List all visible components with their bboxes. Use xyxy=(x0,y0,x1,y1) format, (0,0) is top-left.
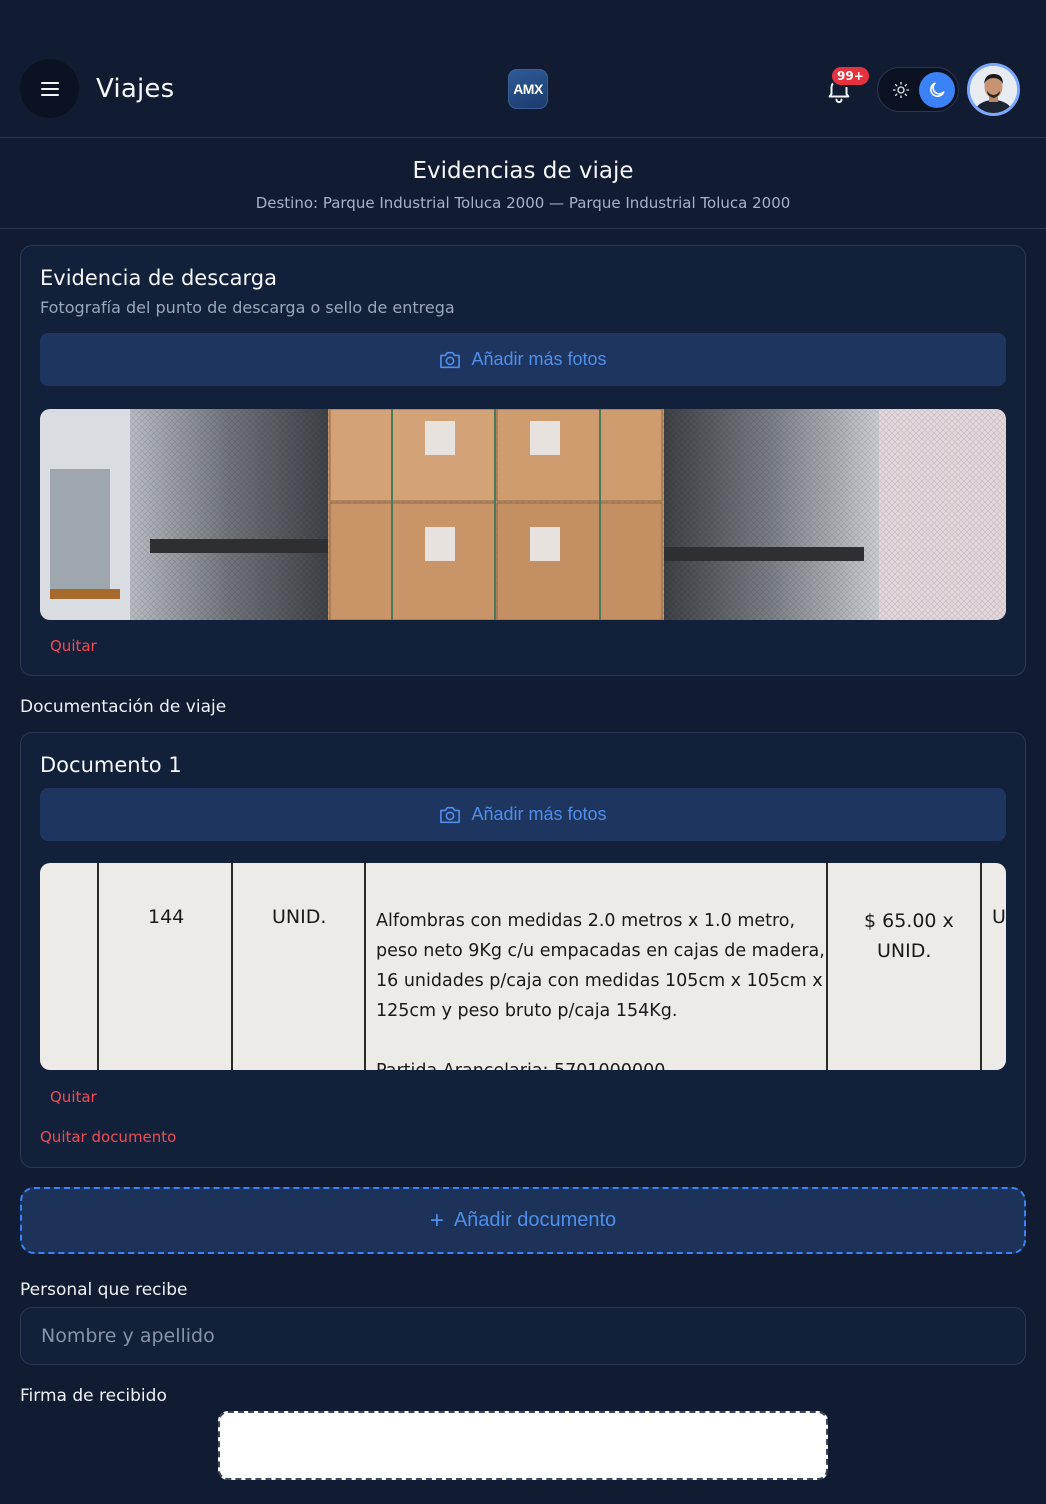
amx-logo: AMX xyxy=(508,69,548,109)
add-photos-label: Añadir más fotos xyxy=(471,804,607,824)
doc-unit: UNID. xyxy=(272,906,327,928)
notifications-badge: 99+ xyxy=(830,65,871,87)
doc-description-line: 16 unidades p/caja con medidas 105cm x 1… xyxy=(376,971,823,991)
add-photos-label: Añadir más fotos xyxy=(471,349,607,369)
receiver-name-input[interactable] xyxy=(20,1307,1026,1365)
top-bar: Viajes AMX 99+ xyxy=(0,0,1046,138)
add-photos-button[interactable]: Añadir más fotos xyxy=(40,333,1006,386)
receiver-label: Personal que recibe xyxy=(20,1280,188,1300)
moon-icon[interactable] xyxy=(919,72,955,108)
doc-price-line: $ 65.00 x xyxy=(864,910,954,932)
remove-photo-link[interactable]: Quitar xyxy=(50,1088,97,1106)
doc-description-line: 125cm y peso bruto p/caja 154Kg. xyxy=(376,1001,678,1021)
doc-description: Alfombras con medidas 2.0 metros x 1.0 m… xyxy=(376,906,825,1070)
remove-photo-link[interactable]: Quitar xyxy=(50,637,97,655)
camera-icon xyxy=(440,806,461,823)
doc-trailing-text: U xyxy=(992,906,1006,928)
doc-description-line: peso neto 9Kg c/u empacadas en cajas de … xyxy=(376,941,825,961)
document-photo: 144 UNID. Alfombras con medidas 2.0 metr… xyxy=(40,863,1006,1070)
add-document-photos-button[interactable]: Añadir más fotos xyxy=(40,788,1006,841)
card-title: Evidencia de descarga xyxy=(40,266,278,290)
page-title: Evidencias de viaje xyxy=(412,158,634,184)
doc-description-line xyxy=(376,1026,821,1056)
doc-description-line: Alfombras con medidas 2.0 metros x 1.0 m… xyxy=(376,911,796,931)
menu-button[interactable] xyxy=(20,59,79,118)
user-avatar[interactable] xyxy=(967,63,1020,116)
hamburger-icon xyxy=(40,81,59,96)
add-document-label: Añadir documento xyxy=(453,1209,617,1231)
theme-toggle[interactable] xyxy=(877,67,959,112)
sun-icon[interactable] xyxy=(890,79,912,101)
unload-photo xyxy=(40,409,1006,620)
plus-icon: + xyxy=(429,1206,444,1234)
doc-description-line: Partida Arancelaria: 5701000000 xyxy=(376,1056,821,1070)
signature-label: Firma de recibido xyxy=(20,1386,167,1406)
page-header: Evidencias de viaje Destino: Parque Indu… xyxy=(0,138,1046,229)
remove-document-link[interactable]: Quitar documento xyxy=(40,1128,176,1146)
doc-price-line: UNID. xyxy=(877,940,932,962)
doc-price: $ 65.00 x UNID. xyxy=(864,906,954,966)
page-subtitle: Destino: Parque Industrial Toluca 2000 —… xyxy=(255,194,791,212)
card-subtitle: Fotografía del punto de descarga o sello… xyxy=(40,298,455,317)
document-title: Documento 1 xyxy=(40,753,182,777)
signature-pad[interactable] xyxy=(218,1411,828,1480)
app-title: Viajes xyxy=(96,74,175,104)
doc-quantity: 144 xyxy=(148,906,185,928)
documentation-section-label: Documentación de viaje xyxy=(20,697,227,717)
add-document-button[interactable]: + Añadir documento xyxy=(20,1187,1026,1254)
camera-icon xyxy=(440,351,461,368)
document-card: Documento 1 Añadir más fotos 144 UNID. A… xyxy=(20,732,1026,1168)
unload-evidence-card: Evidencia de descarga Fotografía del pun… xyxy=(20,245,1026,676)
